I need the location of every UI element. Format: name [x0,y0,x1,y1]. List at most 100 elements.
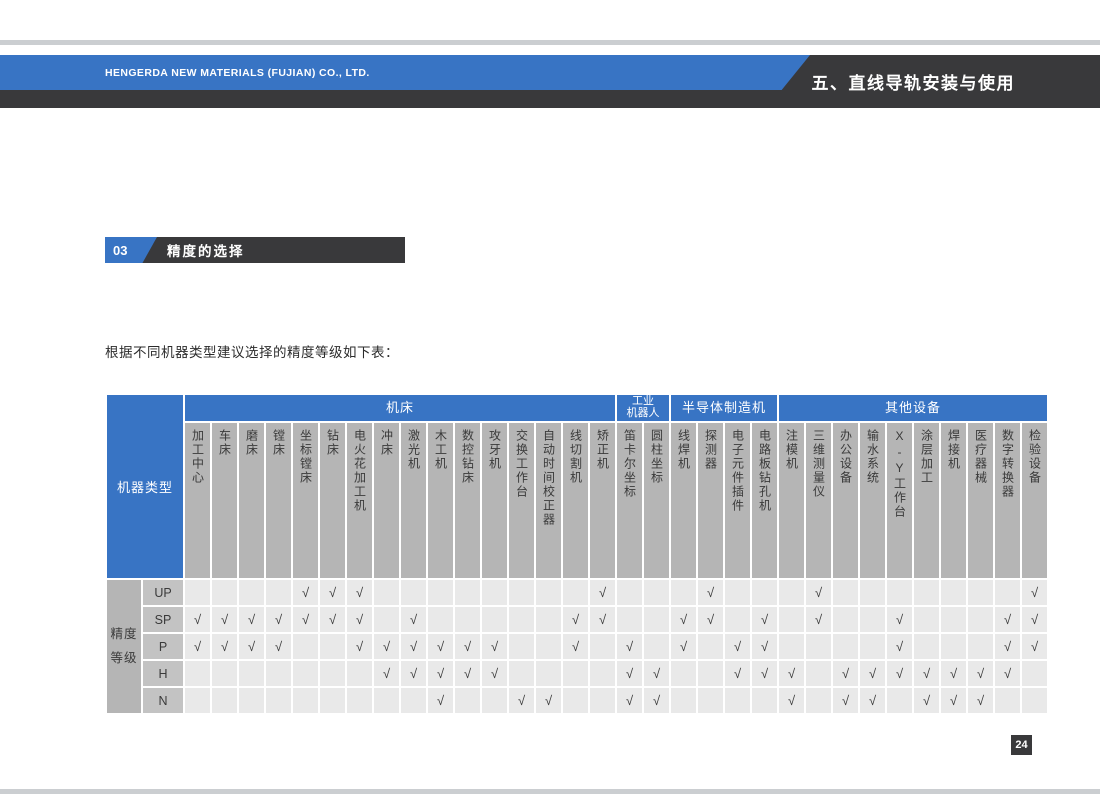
cell-UP-21 [725,580,750,605]
col-header-26: X-Y工作台 [887,423,912,578]
row-label-H: H [143,661,183,686]
row-label-P: P [143,634,183,659]
cell-P-31: √ [995,634,1020,659]
cell-H-14 [536,661,561,686]
cell-N-31 [995,688,1020,713]
cell-H-31: √ [995,661,1020,686]
col-header-10: 数控钻床 [455,423,480,578]
cell-SP-31: √ [995,607,1020,632]
row-label-SP: SP [143,607,183,632]
cell-H-23: √ [779,661,804,686]
cell-SP-27: √ [887,607,912,632]
cell-P-27: √ [887,634,912,659]
cell-H-25: √ [833,661,858,686]
page-bottom-edge [0,789,1100,794]
group-header-1: 工业机器人 [617,395,669,421]
cell-H-24 [806,661,831,686]
col-header-20: 电子元件插件 [725,423,750,578]
cell-N-19 [671,688,696,713]
col-header-31: 检验设备 [1022,423,1047,578]
cell-H-2 [212,661,237,686]
row-label-N: N [143,688,183,713]
cell-SP-29 [941,607,966,632]
row-group-precision-grade-label: 精度等级 [107,580,141,713]
cell-P-32: √ [1022,634,1047,659]
col-header-2: 磨床 [239,423,264,578]
cell-SP-24: √ [806,607,831,632]
cell-H-1 [185,661,210,686]
cell-UP-5: √ [293,580,318,605]
cell-UP-22 [752,580,777,605]
cell-N-5 [293,688,318,713]
cell-N-28: √ [914,688,939,713]
group-header-3: 其他设备 [779,395,1047,421]
corner-machine-type-label: 机器类型 [107,395,183,578]
cell-UP-10 [428,580,453,605]
col-header-9: 木工机 [428,423,453,578]
cell-H-19 [671,661,696,686]
cell-H-27: √ [887,661,912,686]
page-top-edge [0,40,1100,45]
cell-N-20 [698,688,723,713]
cell-UP-30 [968,580,993,605]
cell-SP-15: √ [563,607,588,632]
cell-H-3 [239,661,264,686]
section-heading-text: 精度的选择 [167,237,245,263]
cell-H-30: √ [968,661,993,686]
cell-SP-12 [482,607,507,632]
cell-P-3: √ [239,634,264,659]
cell-P-25 [833,634,858,659]
cell-P-13 [509,634,534,659]
cell-SP-6: √ [320,607,345,632]
cell-H-9: √ [401,661,426,686]
cell-H-15 [563,661,588,686]
cell-SP-30 [968,607,993,632]
cell-N-6 [320,688,345,713]
header-banner: HENGERDA NEW MATERIALS (FUJIAN) CO., LTD… [0,55,1100,108]
cell-UP-16: √ [590,580,615,605]
cell-N-3 [239,688,264,713]
cell-H-6 [320,661,345,686]
cell-P-10: √ [428,634,453,659]
cell-N-21 [725,688,750,713]
cell-SP-32: √ [1022,607,1047,632]
cell-N-14: √ [536,688,561,713]
cell-UP-28 [914,580,939,605]
group-header-2: 半导体制造机 [671,395,777,421]
col-header-28: 焊接机 [941,423,966,578]
cell-UP-13 [509,580,534,605]
cell-P-2: √ [212,634,237,659]
cell-P-1: √ [185,634,210,659]
col-header-12: 交换工作台 [509,423,534,578]
cell-H-4 [266,661,291,686]
col-header-7: 冲床 [374,423,399,578]
cell-P-19: √ [671,634,696,659]
col-header-4: 坐标镗床 [293,423,318,578]
cell-SP-19: √ [671,607,696,632]
cell-N-4 [266,688,291,713]
precision-grade-table: 机器类型机床工业机器人半导体制造机其他设备加工中心车床磨床镗床坐标镗床钻床电火花… [105,393,1049,715]
cell-SP-11 [455,607,480,632]
col-header-17: 圆柱坐标 [644,423,669,578]
cell-SP-9: √ [401,607,426,632]
cell-SP-13 [509,607,534,632]
section-heading-bar: 03 精度的选择 [105,237,405,263]
cell-H-29: √ [941,661,966,686]
cell-SP-8 [374,607,399,632]
cell-P-29 [941,634,966,659]
cell-SP-25 [833,607,858,632]
col-header-19: 探测器 [698,423,723,578]
cell-SP-18 [644,607,669,632]
cell-P-7: √ [347,634,372,659]
col-header-22: 注模机 [779,423,804,578]
cell-P-14 [536,634,561,659]
cell-SP-16: √ [590,607,615,632]
cell-P-22: √ [752,634,777,659]
cell-UP-19 [671,580,696,605]
cell-SP-4: √ [266,607,291,632]
cell-P-30 [968,634,993,659]
cell-N-23: √ [779,688,804,713]
cell-UP-24: √ [806,580,831,605]
cell-SP-28 [914,607,939,632]
cell-N-1 [185,688,210,713]
